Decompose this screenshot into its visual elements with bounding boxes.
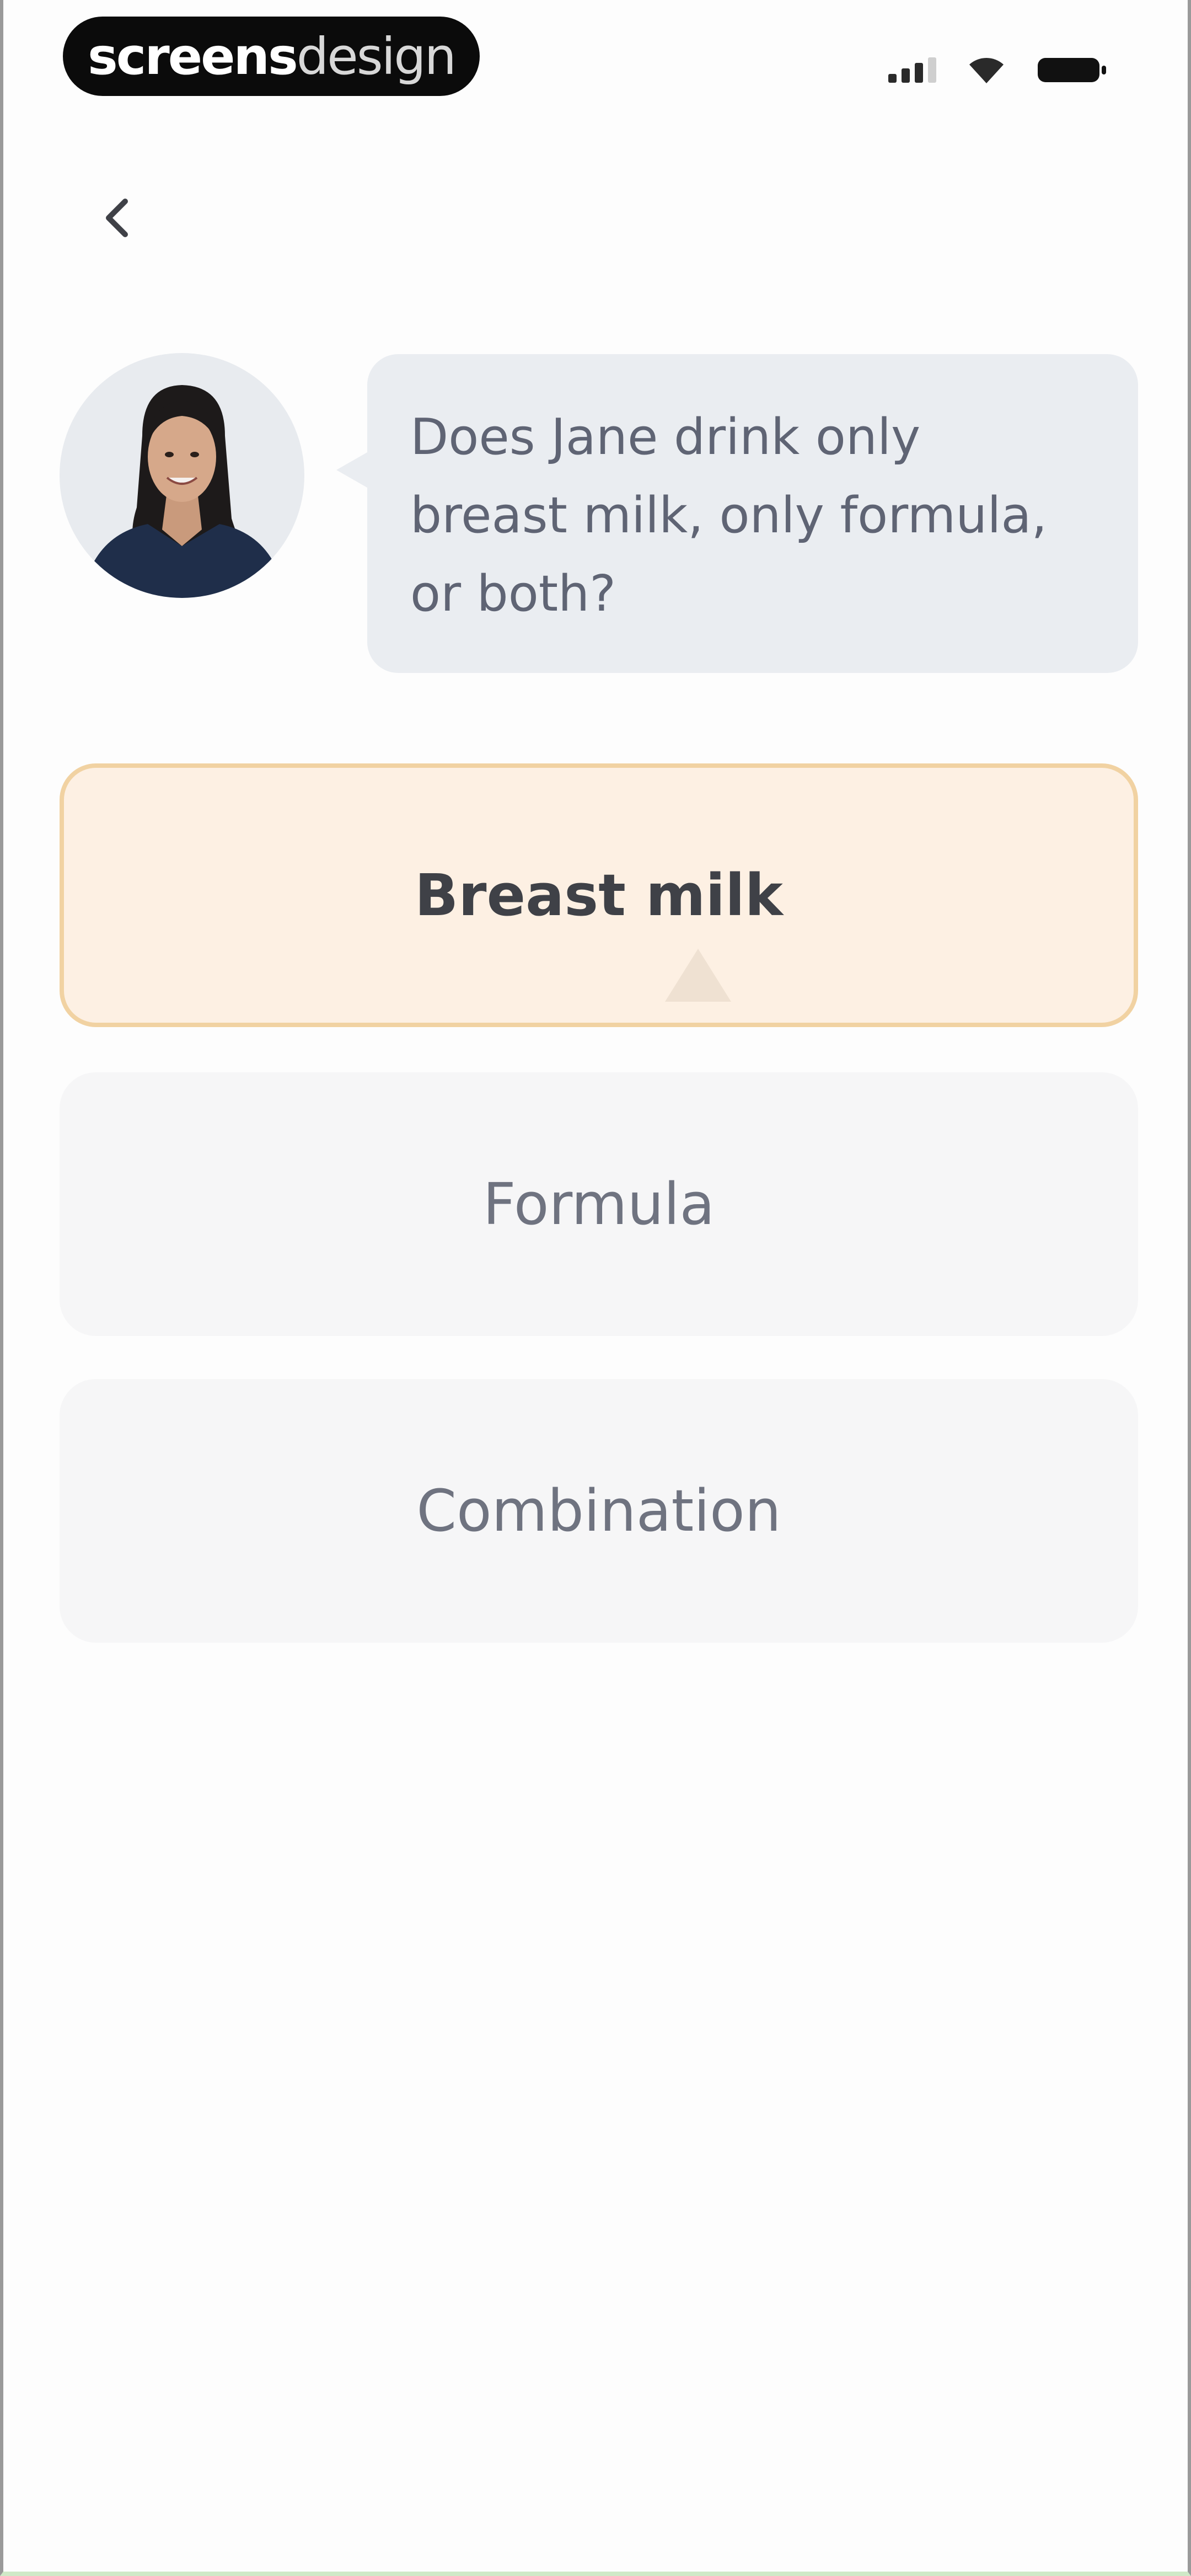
signal-icon — [888, 57, 936, 83]
option-label: Breast milk — [415, 862, 783, 929]
option-breast-milk[interactable]: Breast milk — [60, 763, 1138, 1027]
status-icons — [888, 51, 1108, 89]
option-label: Combination — [416, 1477, 781, 1544]
watermark-light: design — [296, 26, 457, 86]
option-label: Formula — [482, 1171, 715, 1238]
option-formula[interactable]: Formula — [60, 1072, 1138, 1336]
question-line-2: breast milk, only formula, — [410, 487, 1048, 544]
screensdesign-watermark: screens design — [63, 17, 480, 96]
back-button[interactable] — [86, 188, 147, 248]
app-screen: screens design Does Jane drink only brea… — [0, 0, 1191, 2576]
watermark-strong: screens — [88, 26, 298, 86]
option-combination[interactable]: Combination — [60, 1379, 1138, 1643]
wifi-icon — [967, 56, 1006, 84]
question-bubble: Does Jane drink only breast milk, only f… — [367, 354, 1138, 673]
question-line-1: Does Jane drink only — [410, 408, 921, 466]
battery-icon — [1037, 55, 1108, 85]
cursor-pointer-icon — [665, 949, 731, 1002]
question-line-3: or both? — [410, 565, 616, 623]
avatar — [60, 353, 304, 598]
chevron-left-icon — [106, 199, 128, 237]
